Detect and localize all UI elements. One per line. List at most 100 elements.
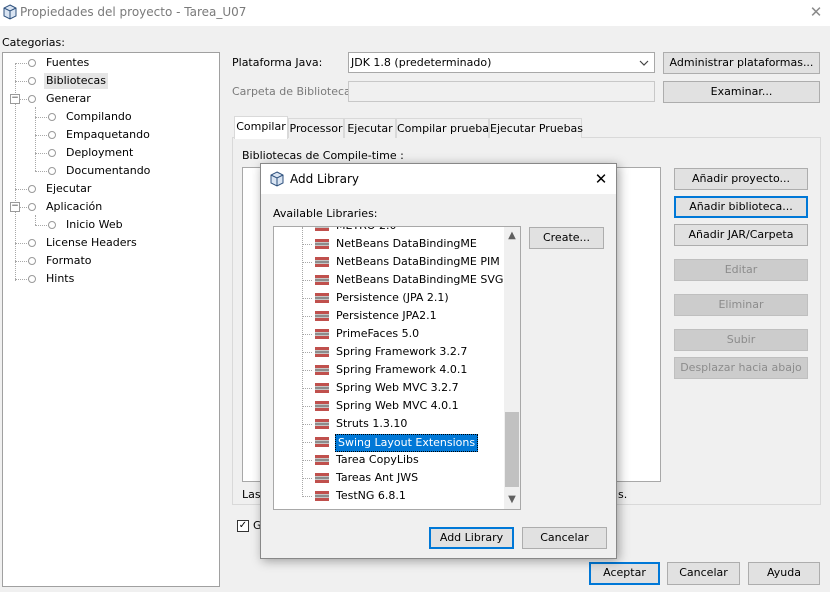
library-item-label: Persistence JPA2.1 — [336, 309, 437, 322]
tree-node-icon — [28, 77, 36, 85]
library-books-icon — [315, 491, 329, 501]
tree-line — [15, 63, 29, 64]
tree-line — [35, 171, 49, 172]
move-down-button[interactable]: Desplazar hacia abajo — [674, 357, 808, 379]
tree-node-icon — [48, 167, 56, 175]
category-formato[interactable]: Formato — [46, 253, 92, 269]
library-item-label: Spring Framework 3.2.7 — [336, 345, 468, 358]
tree-line — [302, 370, 312, 371]
tree-node-icon — [28, 59, 36, 67]
library-books-icon — [315, 293, 329, 303]
collapse-icon[interactable]: − — [10, 202, 20, 212]
tree-line — [35, 215, 36, 225]
category-ejecutar[interactable]: Ejecutar — [46, 181, 91, 197]
library-folder-field[interactable] — [348, 81, 655, 102]
category-hints[interactable]: Hints — [46, 271, 74, 287]
library-books-icon — [315, 239, 329, 249]
project-cube-icon — [270, 171, 284, 187]
create-button[interactable]: Create... — [529, 227, 604, 249]
category-generar[interactable]: Generar — [46, 91, 91, 107]
library-books-icon — [315, 419, 329, 429]
add-library-button[interactable]: Añadir biblioteca... — [674, 196, 808, 218]
category-fuentes[interactable]: Fuentes — [46, 55, 89, 71]
categories-tree[interactable]: Fuentes Bibliotecas − Generar Compilando… — [2, 52, 220, 587]
category-bibliotecas[interactable]: Bibliotecas — [44, 73, 109, 89]
scroll-down-icon[interactable]: ▼ — [504, 493, 520, 507]
library-item-label: Spring Framework 4.0.1 — [336, 363, 468, 376]
dialog-cancel-button[interactable]: Cancelar — [522, 527, 607, 549]
tab-compilar[interactable]: Compilar — [234, 116, 288, 139]
scroll-up-icon[interactable]: ▲ — [504, 229, 520, 243]
tab-ejecutar-pruebas[interactable]: Ejecutar Pruebas — [489, 118, 583, 138]
window-title: Propiedades del proyecto - Tarea_U07 — [20, 5, 247, 19]
library-books-icon — [315, 473, 329, 483]
compile-note-start: Las — [242, 488, 261, 501]
tree-line — [35, 225, 49, 226]
tab-processor[interactable]: Processor — [288, 118, 344, 138]
tree-node-icon — [48, 149, 56, 157]
scrollbar-thumb[interactable] — [505, 412, 519, 487]
library-item-label: Spring Web MVC 4.0.1 — [336, 399, 459, 412]
tree-line — [302, 478, 312, 479]
available-libraries-list[interactable]: METRO 2.0 NetBeans DataBindingME NetBean… — [273, 226, 521, 510]
library-item-label: Persistence (JPA 2.1) — [336, 291, 449, 304]
move-up-button[interactable]: Subir — [674, 329, 808, 351]
category-empaquetando[interactable]: Empaquetando — [66, 127, 150, 143]
tree-node-icon — [48, 221, 56, 229]
library-item-label: NetBeans DataBindingME SVG — [336, 273, 504, 286]
add-library-confirm-button[interactable]: Add Library — [429, 527, 514, 549]
tree-line — [35, 117, 49, 118]
library-books-icon — [315, 257, 329, 267]
tree-line — [35, 153, 49, 154]
category-aplicacion[interactable]: Aplicación — [46, 199, 102, 215]
browse-button[interactable]: Examinar... — [663, 81, 820, 103]
tab-ejecutar[interactable]: Ejecutar — [344, 118, 396, 138]
category-inicio-web[interactable]: Inicio Web — [66, 217, 123, 233]
library-books-icon — [315, 311, 329, 321]
close-icon[interactable]: ✕ — [806, 2, 826, 22]
list-scrollbar[interactable]: ▲ ▼ — [504, 227, 520, 509]
close-icon[interactable]: ✕ — [591, 169, 611, 189]
tree-node-icon — [48, 131, 56, 139]
tree-line — [302, 227, 303, 497]
library-item-label: Tareas Ant JWS — [336, 471, 419, 484]
tree-node-icon — [28, 95, 36, 103]
tree-line — [35, 135, 49, 136]
help-button[interactable]: Ayuda — [748, 562, 820, 585]
tab-compilar-pruebas[interactable]: Compilar pruebas — [396, 118, 495, 138]
build-checkbox[interactable]: ✓ — [237, 520, 249, 532]
tree-line — [302, 316, 312, 317]
collapse-icon[interactable]: − — [10, 94, 20, 104]
library-books-icon — [315, 401, 329, 411]
platform-label: Plataforma Java: — [232, 56, 323, 69]
library-item-label: Tarea CopyLibs — [336, 453, 419, 466]
tree-node-icon — [28, 185, 36, 193]
remove-button[interactable]: Eliminar — [674, 294, 808, 316]
add-project-button[interactable]: Añadir proyecto... — [674, 168, 808, 190]
library-folder-label: Carpeta de Bibliotecas: — [232, 85, 361, 98]
library-item-label: NetBeans DataBindingME PIM — [336, 255, 500, 268]
tree-line — [302, 262, 312, 263]
dialog-title: Add Library — [290, 172, 360, 186]
edit-button[interactable]: Editar — [674, 259, 808, 281]
tree-line — [15, 279, 29, 280]
add-jar-folder-button[interactable]: Añadir JAR/Carpeta — [674, 224, 808, 246]
platform-select[interactable]: JDK 1.8 (predeterminado) — [348, 52, 655, 73]
category-compilando[interactable]: Compilando — [66, 109, 132, 125]
tree-line — [302, 388, 312, 389]
tree-line — [15, 261, 29, 262]
tree-line — [302, 406, 312, 407]
tree-node-icon — [28, 257, 36, 265]
categories-label: Categorias: — [2, 36, 65, 49]
cancel-button[interactable]: Cancelar — [667, 562, 740, 585]
ok-button[interactable]: Aceptar — [589, 562, 660, 585]
library-item-label: PrimeFaces 5.0 — [336, 327, 420, 340]
library-books-icon — [315, 275, 329, 285]
category-license-headers[interactable]: License Headers — [46, 235, 137, 251]
manage-platforms-button[interactable]: Administrar plataformas... — [663, 52, 820, 74]
category-documentando[interactable]: Documentando — [66, 163, 150, 179]
available-libraries-label: Available Libraries: — [273, 207, 378, 220]
category-deployment[interactable]: Deployment — [66, 145, 133, 161]
library-books-icon — [315, 455, 329, 465]
tree-line — [302, 424, 312, 425]
